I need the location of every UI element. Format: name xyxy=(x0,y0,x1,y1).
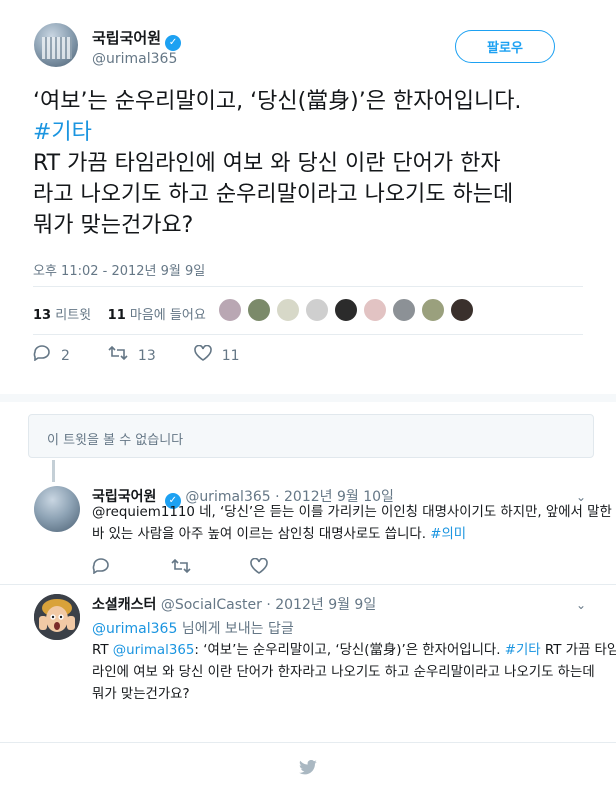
retweet-icon[interactable] xyxy=(171,558,250,578)
follow-button[interactable]: 팔로우 xyxy=(455,30,555,63)
retweet-count[interactable]: 13 xyxy=(33,308,51,323)
reply-author-handle[interactable]: @SocialCaster xyxy=(161,597,262,613)
reply-text: @requiem1110 네, ‘당신’은 듣는 이를 가리키는 이인칭 대명사… xyxy=(92,502,612,546)
hashtag-link[interactable]: #의미 xyxy=(430,527,466,542)
liker-avatar[interactable] xyxy=(363,298,387,322)
retweet-button[interactable]: 13 xyxy=(108,345,156,366)
divider xyxy=(0,584,616,585)
reply-line: 뭐가 맞는건가요? xyxy=(92,687,190,702)
reply-icon[interactable] xyxy=(92,558,171,578)
thread-line xyxy=(52,460,55,482)
chevron-down-icon[interactable]: ⌄ xyxy=(576,598,586,612)
tweet-timestamp[interactable]: 오후 11:02 - 2012년 9월 9일 xyxy=(33,260,205,279)
retweet-icon xyxy=(108,345,128,366)
like-count[interactable]: 11 xyxy=(108,308,126,323)
section-separator xyxy=(0,394,616,402)
liker-avatar[interactable] xyxy=(247,298,271,322)
mention-link[interactable]: @urimal365 xyxy=(113,643,195,658)
divider xyxy=(33,334,583,335)
reply-line: RT @urimal365: ‘여보’는 순우리말이고, ‘당신(當身)’은 한… xyxy=(92,640,616,662)
tweet-header: 국립국어원 ✓ @urimal365 팔로우 xyxy=(0,0,616,80)
author-name-text[interactable]: 국립국어원 xyxy=(92,29,161,47)
tweet-line: 라고 나오기도 하고 순우리말이라고 나오기도 하는데 xyxy=(33,182,514,207)
reply-button[interactable]: 2 xyxy=(33,345,70,366)
hashtag-link[interactable]: #기타 xyxy=(505,643,541,658)
liker-avatar[interactable] xyxy=(334,298,358,322)
avatar[interactable] xyxy=(34,594,80,640)
reply-line-text: 바 있는 사람을 아주 높여 이르는 삼인칭 대명사로도 씁니다. xyxy=(92,527,426,542)
reply-date[interactable]: · 2012년 9월 9일 xyxy=(266,597,376,613)
like-action-count: 11 xyxy=(221,347,240,364)
divider xyxy=(0,742,616,743)
tweet-line: 뭐가 맞는건가요? xyxy=(33,213,194,238)
tweet-text: ‘여보’는 순우리말이고, ‘당신(當身)’은 한자어입니다. #기타 RT 가… xyxy=(33,86,593,241)
heart-icon xyxy=(193,344,212,366)
reply-header: 소셜캐스터 @SocialCaster · 2012년 9월 9일 xyxy=(92,594,376,614)
liker-avatar[interactable] xyxy=(421,298,445,322)
like-count-label[interactable]: 마음에 들어요 xyxy=(130,308,206,323)
liker-avatar[interactable] xyxy=(450,298,474,322)
reply-icon xyxy=(33,345,51,366)
tweet-line: ‘여보’는 순우리말이고, ‘당신(當身)’은 한자어입니다. xyxy=(33,89,522,114)
verified-badge-icon: ✓ xyxy=(165,35,182,51)
reply-line: 바 있는 사람을 아주 높여 이르는 삼인칭 대명사로도 씁니다. #의미 xyxy=(92,524,597,546)
liker-avatar[interactable] xyxy=(392,298,416,322)
liker-avatar[interactable] xyxy=(305,298,329,322)
avatar[interactable] xyxy=(34,486,80,532)
heart-icon[interactable] xyxy=(250,557,329,578)
tweet-stats: 13 리트윗 11 마음에 들어요 xyxy=(33,304,206,323)
reply-line-text: RT 가끔 타임 xyxy=(544,643,616,658)
divider xyxy=(33,286,583,287)
reply-line: 라인에 여보 와 당신 이란 단어가 한자라고 나오기도 하고 순우리말이라고 … xyxy=(92,665,595,680)
reply-to-handle[interactable]: @urimal365 xyxy=(92,621,177,637)
tweet-line: RT 가끔 타임라인에 여보 와 당신 이란 단어가 한자 xyxy=(33,151,501,176)
tweet-actions: 2 13 11 xyxy=(33,344,278,366)
author-handle[interactable]: @urimal365 xyxy=(92,51,177,67)
liker-avatar[interactable] xyxy=(276,298,300,322)
reply-line-text: : ‘여보’는 순우리말이고, ‘당신(當身)’은 한자어입니다. xyxy=(194,643,501,658)
author-name[interactable]: 국립국어원 ✓ xyxy=(92,27,182,51)
twitter-bird-icon xyxy=(298,759,318,776)
hashtag-link[interactable]: #기타 xyxy=(33,117,593,148)
retweet-action-count: 13 xyxy=(137,347,156,364)
reply-text: RT @urimal365: ‘여보’는 순우리말이고, ‘당신(當身)’은 한… xyxy=(92,640,616,706)
like-button[interactable]: 11 xyxy=(193,344,240,366)
avatar[interactable] xyxy=(34,23,78,67)
reply-action-count: 2 xyxy=(61,347,70,364)
retweet-count-label[interactable]: 리트윗 xyxy=(55,308,91,323)
reply-author-name[interactable]: 소셜캐스터 xyxy=(92,597,156,613)
unavailable-tweet-notice: 이 트윗을 볼 수 없습니다 xyxy=(28,414,594,458)
reply-to-label: 님에게 보내는 답글 xyxy=(181,621,294,637)
reply-line-text: RT xyxy=(92,643,109,658)
liker-avatar[interactable] xyxy=(218,298,242,322)
reply-actions xyxy=(92,557,329,578)
reply-line: @requiem1110 네, ‘당신’은 듣는 이를 가리키는 이인칭 대명사… xyxy=(92,505,612,520)
reply-to-context: @urimal365 님에게 보내는 답글 xyxy=(92,618,294,638)
liker-avatars xyxy=(218,298,479,322)
